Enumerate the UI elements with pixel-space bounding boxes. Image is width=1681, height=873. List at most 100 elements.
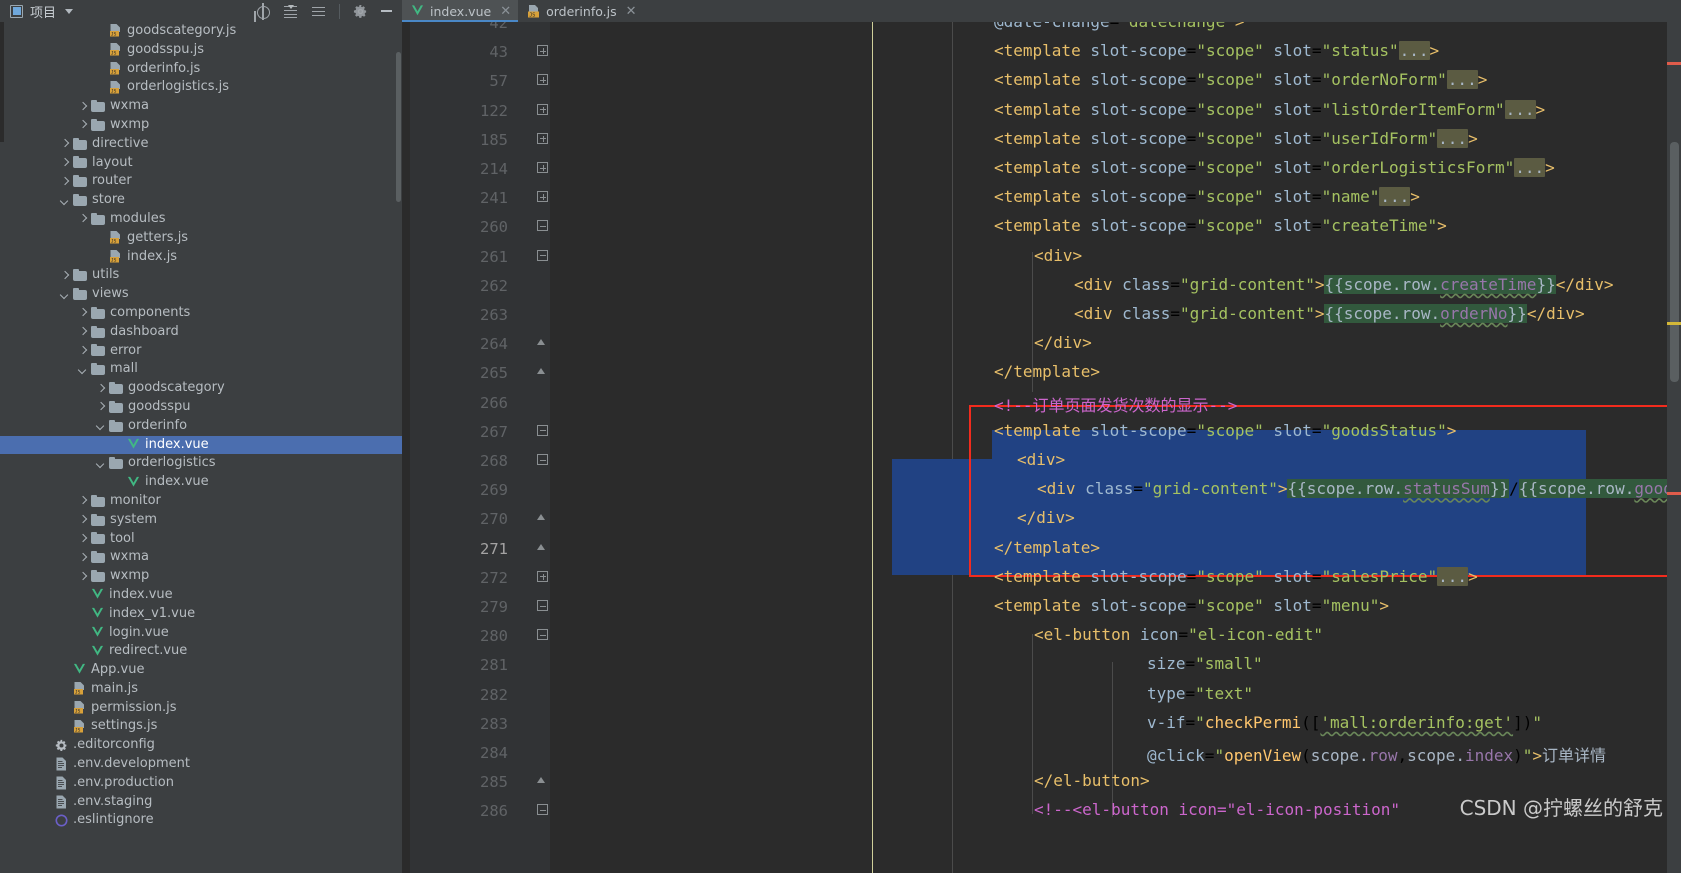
tree-item-index-vue[interactable]: index.vue — [0, 435, 402, 455]
fold-toggle-icon[interactable] — [537, 249, 550, 263]
tree-item-orderlogistics[interactable]: orderlogistics — [0, 454, 402, 473]
fold-toggle-icon[interactable] — [537, 424, 550, 438]
fold-toggle-icon[interactable] — [537, 542, 550, 555]
fold-toggle-icon[interactable] — [537, 103, 550, 117]
tree-item-goodscategory-js[interactable]: JS goodscategory.js — [0, 22, 402, 41]
tree-item-layout[interactable]: layout — [0, 154, 402, 173]
fold-toggle-icon[interactable] — [537, 337, 550, 350]
tree-item-orderinfo-js[interactable]: JS orderinfo.js — [0, 60, 402, 79]
tree-item-store[interactable]: store — [0, 191, 402, 210]
code-line[interactable]: 280 <el-button icon="el-icon-edit" — [402, 621, 1681, 650]
tree-item-wxma[interactable]: wxma — [0, 97, 402, 116]
project-tree[interactable]: JS goodscategory.js JS goodsspu.js JS orderin… — [0, 22, 402, 873]
code-line[interactable]: 265 </template> — [402, 358, 1681, 387]
code-line[interactable]: 42 @date-change="datechange"> — [402, 22, 1681, 37]
chevron-right-icon[interactable] — [60, 139, 70, 149]
tree-item-wxmp[interactable]: wxmp — [0, 116, 402, 135]
chevron-right-icon[interactable] — [78, 496, 88, 506]
chevron-down-icon[interactable] — [96, 421, 106, 431]
tab-index-vue[interactable]: index.vue ✕ — [402, 0, 519, 22]
code-lines[interactable]: 42 @date-change="datechange"> 43 <template … — [402, 22, 1681, 873]
tree-item-wxma[interactable]: wxma — [0, 548, 402, 567]
code-line[interactable]: 264 </div> — [402, 329, 1681, 358]
chevron-right-icon[interactable] — [78, 572, 88, 582]
tree-item-login-vue[interactable]: login.vue — [0, 624, 402, 643]
close-icon[interactable]: ✕ — [626, 4, 637, 19]
tree-item-error[interactable]: error — [0, 342, 402, 361]
chevron-right-icon[interactable] — [78, 327, 88, 337]
code-editor[interactable]: 42 @date-change="datechange"> 43 <template … — [402, 22, 1681, 873]
tree-item-directive[interactable]: directive — [0, 135, 402, 154]
expand-all-icon[interactable] — [311, 4, 326, 19]
tree-item-views[interactable]: views — [0, 285, 402, 304]
scrollbar-thumb[interactable] — [1670, 142, 1679, 382]
chevron-right-icon[interactable] — [78, 534, 88, 544]
code-line[interactable]: 122 <template slot-scope="scope" slot="li… — [402, 96, 1681, 125]
code-line[interactable]: 57 <template slot-scope="scope" slot="ord… — [402, 66, 1681, 95]
chevron-right-icon[interactable] — [78, 214, 88, 224]
locate-icon[interactable] — [255, 2, 270, 20]
chevron-right-icon[interactable] — [78, 120, 88, 130]
code-line[interactable]: 281 size="small" — [402, 650, 1681, 679]
chevron-right-icon[interactable] — [78, 102, 88, 112]
tree-item-tool[interactable]: tool — [0, 530, 402, 549]
code-line[interactable]: 271 </template> — [402, 534, 1681, 563]
fold-toggle-icon[interactable] — [537, 775, 550, 788]
minimize-icon[interactable] — [381, 10, 392, 12]
chevron-right-icon[interactable] — [60, 271, 70, 281]
fold-toggle-icon[interactable] — [537, 629, 550, 642]
chevron-down-icon[interactable] — [96, 459, 106, 469]
tree-item-components[interactable]: components — [0, 304, 402, 323]
tree-item-index-vue[interactable]: index.vue — [0, 586, 402, 605]
gear-icon[interactable] — [353, 4, 368, 19]
chevron-right-icon[interactable] — [96, 402, 106, 412]
code-line[interactable]: 270 </div> — [402, 504, 1681, 533]
tree-item-system[interactable]: system — [0, 511, 402, 530]
tree-item-goodsspu-js[interactable]: JS goodsspu.js — [0, 41, 402, 60]
tree-item-settings-js[interactable]: JS settings.js — [0, 717, 402, 736]
chevron-down-icon[interactable] — [78, 365, 88, 375]
chevron-right-icon[interactable] — [78, 308, 88, 318]
tree-item-orderinfo[interactable]: orderinfo — [0, 417, 402, 436]
code-line[interactable]: 260 <template slot-scope="scope" slot="cr… — [402, 212, 1681, 241]
code-line[interactable]: 269 <div class="grid-content">{{scope.row… — [402, 475, 1681, 504]
tree-item-goodsspu[interactable]: goodsspu — [0, 398, 402, 417]
tree-item--env-staging[interactable]: .env.staging — [0, 793, 402, 812]
tree-item-index-vue[interactable]: index.vue — [0, 473, 402, 492]
tree-item-index-v1-vue[interactable]: index_v1.vue — [0, 605, 402, 624]
tree-item-router[interactable]: router — [0, 172, 402, 191]
tree-item-orderlogistics-js[interactable]: JS orderlogistics.js — [0, 78, 402, 97]
fold-toggle-icon[interactable] — [537, 600, 550, 613]
tree-item--env-production[interactable]: .env.production — [0, 774, 402, 793]
close-icon[interactable]: ✕ — [500, 4, 511, 19]
code-line[interactable]: 185 <template slot-scope="scope" slot="us… — [402, 125, 1681, 154]
code-line[interactable]: 266 <!--订单页面发货次数的显示--> — [402, 388, 1681, 417]
fold-toggle-icon[interactable] — [537, 191, 550, 204]
code-line[interactable]: 43 <template slot-scope="scope" slot="sta… — [402, 37, 1681, 66]
code-line[interactable]: 282 type="text" — [402, 680, 1681, 709]
code-line[interactable]: 284 @click="openView(scope.row,scope.inde… — [402, 738, 1681, 767]
code-line[interactable]: 283 v-if="checkPermi(['mall:orderinfo:get… — [402, 709, 1681, 738]
fold-toggle-icon[interactable] — [537, 162, 550, 175]
fold-toggle-icon[interactable] — [537, 45, 550, 58]
tree-item-app-vue[interactable]: App.vue — [0, 661, 402, 680]
fold-toggle-icon[interactable] — [537, 512, 550, 525]
tree-item-monitor[interactable]: monitor — [0, 492, 402, 511]
chevron-right-icon[interactable] — [78, 346, 88, 356]
tree-item--env-development[interactable]: .env.development — [0, 755, 402, 774]
chevron-right-icon[interactable] — [60, 177, 70, 187]
fold-toggle-icon[interactable] — [537, 804, 550, 817]
tree-item--editorconfig[interactable]: .editorconfig — [0, 736, 402, 755]
fold-toggle-icon[interactable] — [537, 366, 550, 379]
chevron-down-icon[interactable] — [60, 290, 70, 300]
tree-item-mall[interactable]: mall — [0, 360, 402, 379]
tree-item-dashboard[interactable]: dashboard — [0, 323, 402, 342]
collapse-all-icon[interactable] — [283, 4, 298, 19]
tree-item--eslintignore[interactable]: .eslintignore — [0, 811, 402, 830]
tree-item-getters-js[interactable]: JS getters.js — [0, 229, 402, 248]
fold-toggle-icon[interactable] — [537, 220, 550, 233]
chevron-down-icon[interactable] — [60, 196, 70, 206]
tree-item-wxmp[interactable]: wxmp — [0, 567, 402, 586]
chevron-right-icon[interactable] — [78, 553, 88, 563]
fold-toggle-icon[interactable] — [537, 132, 550, 146]
